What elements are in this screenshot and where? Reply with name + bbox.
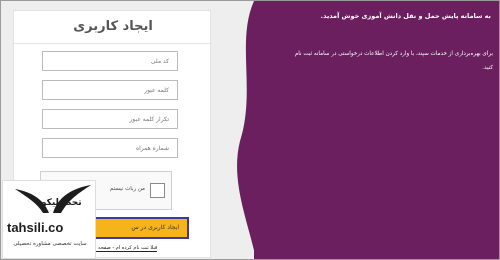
title-divider (14, 43, 212, 44)
captcha-checkbox[interactable] (150, 183, 165, 198)
signup-title: ایجاد کاربری (73, 19, 153, 34)
login-page-link[interactable]: قبلا ثبت نام کرده ام - صفحه ورود (87, 245, 158, 252)
welcome-text: به سامانه پایش حمل و نقل دانش آموزی خوش … (320, 12, 491, 20)
watermark-domain: tahsili.co (7, 220, 64, 235)
create-account-button[interactable]: ایجاد کاربری در س (89, 217, 189, 239)
captcha-label: من ربات نیستم (109, 186, 145, 192)
watermark-brand: تحصیلیکو (40, 198, 82, 208)
watermark-tagline: سایت تخصصی مشاوره تحصیلی (13, 241, 87, 247)
panel-wave-edge (237, 1, 266, 259)
password-field[interactable] (42, 80, 178, 100)
description-text: برای بهره‌برداری از خدمات سپند، با وارد … (294, 51, 493, 71)
tahsili-logo: تحصیلیکو (15, 185, 91, 213)
national-code-field[interactable] (42, 51, 178, 71)
watermark-badge: تحصیلیکو tahsili.co سایت تخصصی مشاوره تح… (2, 180, 96, 259)
password-repeat-field[interactable] (42, 109, 178, 129)
mobile-field[interactable] (42, 138, 178, 158)
info-panel: به سامانه پایش حمل و نقل دانش آموزی خوش … (254, 1, 499, 259)
